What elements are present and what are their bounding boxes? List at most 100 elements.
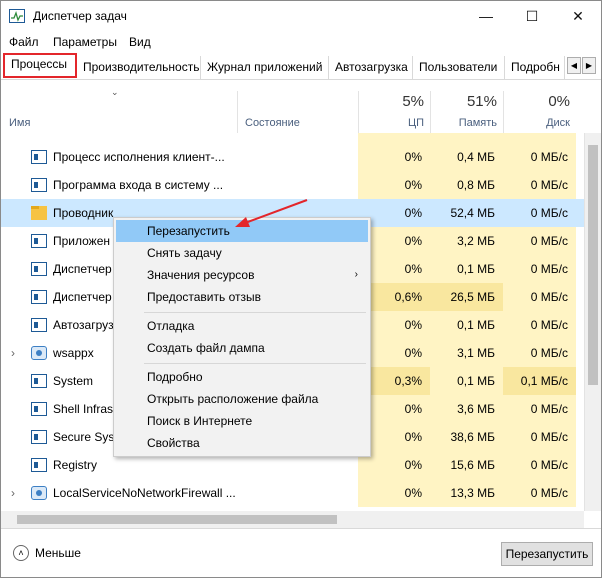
column-name[interactable]: Имя (1, 81, 237, 133)
column-memory[interactable]: 51% Память (430, 81, 503, 133)
tab-startup[interactable]: Автозагрузка (329, 56, 413, 79)
process-name: Программа входа в систему ... (53, 178, 224, 192)
memory-cell: 0,1 МБ (430, 255, 503, 283)
window-icon (31, 178, 47, 192)
table-row[interactable]: › LocalServiceNoNetworkFirewall ... 0% 1… (1, 479, 584, 507)
process-name: Secure Syst (53, 430, 118, 444)
table-row[interactable]: Процесс исполнения клиент-... 0% 0,4 МБ … (1, 143, 584, 171)
memory-cell: 0,4 МБ (430, 143, 503, 171)
disk-cell: 0 МБ/с (503, 395, 576, 423)
tab-strip: Процессы Производительность Журнал прило… (1, 53, 601, 80)
process-name: Проводник (53, 206, 114, 220)
process-name: Диспетчер (53, 262, 112, 276)
disk-cell: 0 МБ/с (503, 199, 576, 227)
task-manager-icon (9, 9, 25, 23)
task-manager-window: Диспетчер задач — ☐ ✕ Файл Параметры Вид… (0, 0, 602, 578)
expand-chevron-icon[interactable]: › (11, 339, 15, 367)
memory-cell: 3,6 МБ (430, 395, 503, 423)
column-name-label: Имя (9, 117, 31, 129)
menu-item-end-task[interactable]: Снять задачу (116, 242, 368, 264)
memory-cell: 52,4 МБ (430, 199, 503, 227)
column-disk[interactable]: 0% Диск (503, 81, 576, 133)
window-icon (31, 430, 47, 444)
horizontal-scroll-thumb[interactable] (17, 515, 337, 524)
process-name: Registry (53, 458, 98, 472)
menu-item-debug[interactable]: Отладка (116, 315, 368, 337)
window-icon (31, 290, 47, 304)
menu-item-details[interactable]: Подробно (116, 366, 368, 388)
process-name: Автозагрузу (53, 318, 120, 332)
disk-cell: 0 МБ/с (503, 311, 576, 339)
tab-app-history[interactable]: Журнал приложений (201, 56, 329, 79)
vertical-scrollbar[interactable] (584, 133, 601, 511)
column-status-label: Состояние (245, 117, 300, 129)
cpu-label: ЦП (407, 117, 424, 129)
gear-icon (31, 486, 47, 500)
menu-item-search-online[interactable]: Поиск в Интернете (116, 410, 368, 432)
menu-item-feedback[interactable]: Предоставить отзыв (116, 286, 368, 308)
menu-file[interactable]: Файл (9, 35, 39, 49)
disk-cell: 0,1 МБ/с (503, 367, 576, 395)
disk-cell: 0 МБ/с (503, 423, 576, 451)
disk-cell: 0 МБ/с (503, 227, 576, 255)
menu-item-properties[interactable]: Свойства (116, 432, 368, 454)
tab-scroll-left-icon[interactable]: ◀ (567, 57, 581, 74)
process-name: Диспетчер (53, 290, 112, 304)
title-bar[interactable]: Диспетчер задач — ☐ ✕ (1, 1, 601, 31)
menu-item-create-dump[interactable]: Создать файл дампа (116, 337, 368, 359)
tab-users[interactable]: Пользователи (413, 56, 505, 79)
window-icon (31, 262, 47, 276)
expand-chevron-icon[interactable]: › (11, 479, 15, 507)
close-button[interactable]: ✕ (555, 1, 601, 31)
fewer-details-link[interactable]: Меньше (35, 546, 81, 560)
cpu-cell: 0% (358, 143, 430, 171)
memory-cell: 26,5 МБ (430, 283, 503, 311)
restart-button[interactable]: Перезапустить (501, 542, 593, 566)
window-title: Диспетчер задач (33, 9, 127, 23)
memory-cell: 0,1 МБ (430, 311, 503, 339)
memory-cell: 3,1 МБ (430, 339, 503, 367)
column-cpu[interactable]: 5% ЦП (358, 81, 430, 133)
menu-item-restart[interactable]: Перезапустить (116, 220, 368, 242)
folder-icon (31, 206, 47, 220)
menu-bar: Файл Параметры Вид (1, 31, 601, 53)
menu-options[interactable]: Параметры (53, 35, 117, 49)
footer-bar: ˄ Меньше Перезапустить (1, 528, 601, 578)
column-header: ⌄ Имя Состояние 5% ЦП 51% Память 0% Диск (1, 81, 584, 133)
window-icon (31, 374, 47, 388)
memory-cell: 0,1 МБ (430, 367, 503, 395)
tab-performance[interactable]: Производительность (77, 56, 201, 79)
memory-cell: 38,6 МБ (430, 423, 503, 451)
memory-cell: 15,6 МБ (430, 451, 503, 479)
table-row[interactable]: Программа входа в систему ... 0% 0,8 МБ … (1, 171, 584, 199)
process-name: Процесс исполнения клиент-... (53, 150, 225, 164)
disk-label: Диск (546, 117, 570, 129)
disk-total: 0% (548, 93, 570, 110)
menu-item-resource-values[interactable]: Значения ресурсов › (116, 264, 368, 286)
memory-cell: 0,8 МБ (430, 171, 503, 199)
menu-view[interactable]: Вид (129, 35, 151, 49)
tab-processes[interactable]: Процессы (3, 53, 77, 78)
disk-cell: 0 МБ/с (503, 479, 576, 507)
tab-details[interactable]: Подробн (505, 56, 565, 79)
tab-scroll-right-icon[interactable]: ▶ (582, 57, 596, 74)
window-icon (31, 234, 47, 248)
process-name: Приложен (53, 234, 111, 248)
maximize-button[interactable]: ☐ (509, 1, 555, 31)
vertical-scroll-thumb[interactable] (588, 145, 598, 385)
minimize-button[interactable]: — (463, 1, 509, 31)
disk-cell: 0 МБ/с (503, 451, 576, 479)
process-name: System (53, 374, 94, 388)
process-name: Shell Infrast (53, 402, 117, 416)
collapse-icon[interactable]: ˄ (13, 545, 29, 561)
column-status[interactable]: Состояние (237, 81, 358, 133)
process-name: LocalServiceNoNetworkFirewall ... (53, 486, 236, 500)
cpu-total: 5% (402, 93, 424, 110)
menu-item-open-file-location[interactable]: Открыть расположение файла (116, 388, 368, 410)
gear-icon (31, 346, 47, 360)
context-menu: Перезапустить Снять задачу Значения ресу… (113, 217, 371, 457)
horizontal-scrollbar[interactable] (1, 511, 584, 528)
process-name: wsappx (53, 346, 94, 360)
disk-cell: 0 МБ/с (503, 143, 576, 171)
disk-cell: 0 МБ/с (503, 171, 576, 199)
